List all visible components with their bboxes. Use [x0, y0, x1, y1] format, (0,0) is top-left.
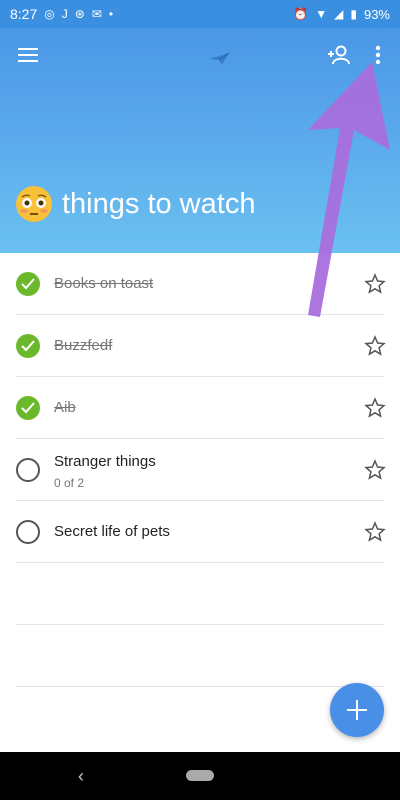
whatsapp-icon: ◎ [44, 7, 55, 21]
annotation-arrow [308, 62, 390, 317]
hamburger-icon [18, 54, 38, 56]
status-time: 8:27 [10, 6, 38, 22]
empty-row [16, 625, 384, 687]
completed-checkbox[interactable] [16, 396, 40, 420]
sync-icon: ⊛ [74, 7, 85, 21]
page-title: things to watch [62, 187, 256, 220]
system-nav-bar: ‹ [0, 752, 400, 800]
task-title: Stranger things [54, 453, 156, 470]
completed-checkbox[interactable] [16, 334, 40, 358]
battery-icon: ▮ [350, 7, 357, 21]
list-title: things to watch [16, 186, 255, 222]
task-row[interactable]: Stranger things 0 of 2 [16, 439, 386, 501]
task-row[interactable]: Aib [16, 377, 386, 439]
plus-icon [356, 700, 358, 720]
star-icon[interactable] [364, 459, 386, 481]
dot-icon: • [108, 7, 114, 21]
wifi-icon: ▼ [315, 7, 328, 21]
task-title: Buzzfedf [54, 337, 113, 354]
home-pill[interactable] [186, 770, 214, 781]
menu-button[interactable] [14, 42, 42, 68]
hamburger-icon [18, 60, 38, 62]
mail-icon: ✉ [91, 7, 102, 21]
subtask-count: 0 of 2 [54, 476, 85, 490]
star-icon[interactable] [364, 521, 386, 543]
alarm-icon: ⏰ [293, 7, 309, 21]
add-task-button[interactable] [330, 683, 384, 737]
completed-checkbox[interactable] [16, 272, 40, 296]
back-icon[interactable]: ‹ [78, 766, 84, 787]
task-row[interactable]: Buzzfedf [16, 315, 386, 377]
empty-row [16, 563, 384, 625]
task-row[interactable]: Secret life of pets [16, 501, 386, 563]
incomplete-checkbox[interactable] [16, 458, 40, 482]
hamburger-icon [18, 48, 38, 50]
task-title: Books on toast [54, 275, 154, 292]
checkmark-icon [21, 402, 35, 414]
star-icon[interactable] [364, 335, 386, 357]
signal-icon: ◢ [334, 7, 344, 21]
incomplete-checkbox[interactable] [16, 520, 40, 544]
checkmark-icon [21, 278, 35, 290]
j-icon: J [61, 7, 68, 21]
task-title: Aib [54, 399, 76, 416]
battery-level: 93% [363, 6, 390, 22]
checkmark-icon [21, 340, 35, 352]
task-title: Secret life of pets [54, 523, 170, 540]
star-icon[interactable] [364, 397, 386, 419]
plane-icon [209, 52, 230, 65]
flushed-face-icon [16, 186, 52, 222]
status-bar: 8:27 ◎ J ⊛ ✉ • ⏰ ▼ ◢ ▮ 93% [0, 0, 400, 28]
